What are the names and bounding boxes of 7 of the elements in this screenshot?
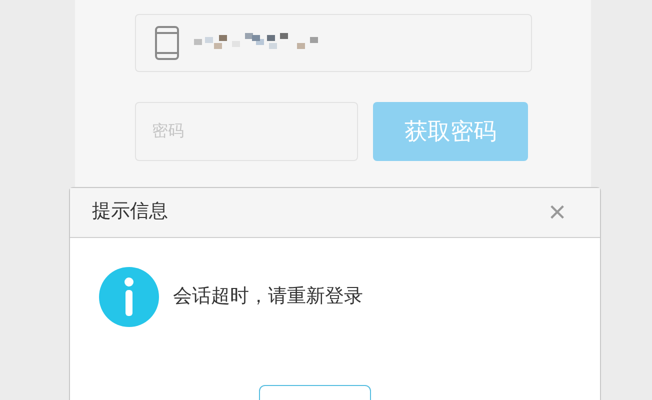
info-icon [99, 267, 159, 327]
phone-icon [154, 25, 180, 61]
dialog-title: 提示信息 [92, 200, 168, 224]
phone-field[interactable] [135, 14, 532, 72]
get-password-button[interactable]: 获取密码 [373, 102, 528, 161]
dialog-message: 会话超时，请重新登录 [173, 284, 363, 309]
close-button[interactable]: × [548, 198, 566, 228]
